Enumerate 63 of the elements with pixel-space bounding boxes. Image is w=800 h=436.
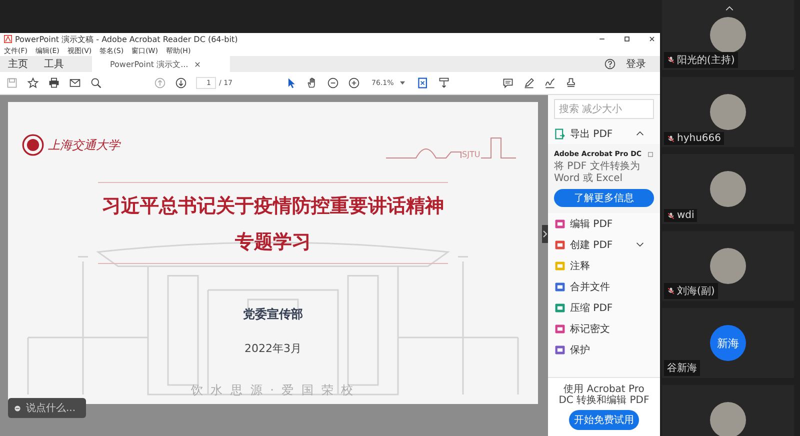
tool-item[interactable]: 压缩 PDF [554,297,654,318]
tool-item[interactable]: 注释 [554,255,654,276]
department-text: 党委宣传部 [243,306,303,323]
promo-text: 将 PDF 文件转换为 Word 或 Excel [554,161,641,184]
skyline-drawing: SJTU [386,130,516,160]
tool-item[interactable]: 创建 PDF [554,234,654,255]
export-pdf-item[interactable]: 导出 PDF [554,123,654,144]
tab[interactable]: 工具 [36,56,72,72]
caret-icon[interactable] [400,81,405,85]
stamp-icon[interactable] [564,77,577,89]
upgrade-text: 使用 Acrobat Pro DC 转换和编辑 PDF [558,384,650,406]
date-text: 2022年3月 [244,341,302,356]
export-icon [554,128,566,140]
participant-name: hyhu666 [677,133,722,144]
motto-text: 饮 水 思 源 · 爱 国 荣 校 [190,382,356,399]
chevron-icon[interactable] [636,131,644,136]
free-trial-button[interactable]: 开始免费试用 [569,410,639,430]
sign-in-link[interactable]: 登录 [616,56,660,72]
tool-item[interactable]: 保护 [554,339,654,360]
pen-icon[interactable] [522,77,535,89]
tool-item[interactable]: 编辑 PDF [554,213,654,234]
scroll-mode-icon[interactable] [438,77,450,89]
chevron-down-icon[interactable] [636,242,644,247]
comment-icon[interactable] [502,77,514,89]
window-title: PowerPoint 演示文稿 - Adobe Acrobat Reader DC (64-bit) [15,34,238,44]
participant-name: 阳光的(主持) [677,54,735,67]
participant-name: 刘海(副) [677,284,715,298]
fit-page-icon[interactable] [416,77,429,89]
close-icon[interactable] [648,35,656,43]
print-icon[interactable] [48,77,60,89]
maximize-icon[interactable] [623,35,631,43]
chat-icon [14,404,21,412]
tab[interactable]: 主页 [0,56,36,72]
avatar-photo-placeholder [710,94,746,130]
tool-item[interactable]: 标记密文 [554,318,654,339]
university-seal-icon [22,134,44,156]
signature-icon[interactable] [544,77,556,89]
participant-name: wdi [677,210,694,221]
chevron-up-icon[interactable] [725,6,734,11]
hand-icon[interactable] [306,77,318,89]
university-logo-text: 上海交通大学 [48,136,120,154]
zoom-in-icon[interactable] [348,77,360,89]
page-down-icon[interactable] [175,77,187,89]
help-icon[interactable] [604,58,616,70]
learn-more-button[interactable]: 了解更多信息 [554,189,654,207]
chat-input[interactable]: 说点什么... [8,398,86,418]
search-icon[interactable] [90,77,102,89]
avatar-photo-placeholder [710,171,746,207]
initials-avatar: 新海 [710,325,746,361]
star-icon[interactable] [27,77,39,89]
avatar-photo-placeholder [710,248,746,284]
slide-title: 习近平总书记关于疫情防控重要讲话精神 [102,194,444,219]
participant-name: 谷新海 [667,362,697,375]
chevron-right-icon [543,230,547,238]
mail-icon[interactable] [69,77,81,89]
tab[interactable]: PowerPoint 演示文... [92,56,230,72]
avatar-photo-placeholder [710,402,746,436]
tool-item[interactable]: 合并文件 [554,276,654,297]
zoom-out-icon[interactable] [326,77,338,89]
panel-collapse-handle[interactable] [542,225,548,243]
avatar-photo-placeholder [710,17,746,53]
slide-subtitle: 专题学习 [235,230,311,255]
close-icon[interactable] [194,60,202,68]
